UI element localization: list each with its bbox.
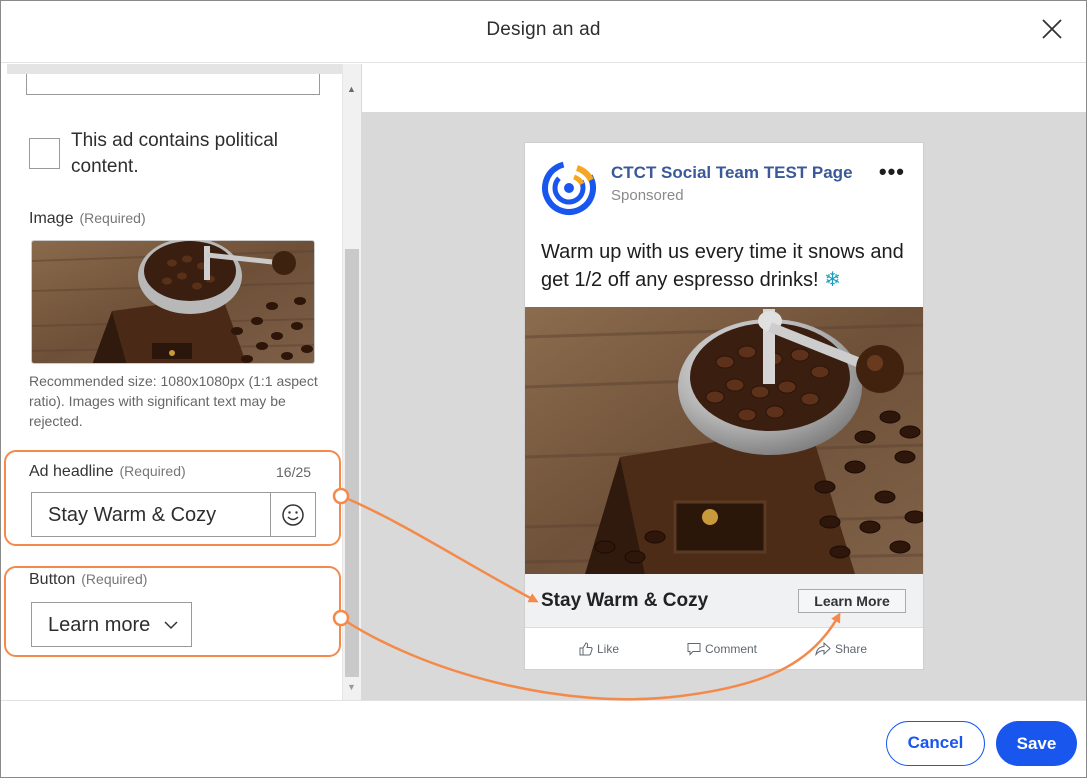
constant-contact-logo-icon <box>542 161 596 215</box>
comment-icon <box>687 643 701 656</box>
like-action[interactable]: Like <box>579 642 619 656</box>
dialog-footer: Cancel Save <box>1 700 1086 777</box>
coffee-grinder-photo <box>525 307 923 574</box>
ad-text-body: Warm up with us every time it snows and … <box>541 241 904 291</box>
more-options-icon[interactable]: ••• <box>879 161 905 183</box>
sponsored-label: Sponsored <box>611 187 684 204</box>
dialog-header: Design an ad <box>1 1 1086 63</box>
coffee-grinder-image <box>32 241 314 363</box>
previous-input-field[interactable] <box>26 74 320 95</box>
ad-preview-card: CTCT Social Team TEST Page Sponsored •••… <box>524 142 924 670</box>
ad-headline: Stay Warm & Cozy <box>541 590 709 611</box>
dialog-title: Design an ad <box>486 19 601 40</box>
scroll-thumb[interactable] <box>345 249 359 677</box>
form-panel: This ad contains political content. Imag… <box>2 64 361 700</box>
share-label: Share <box>835 642 868 656</box>
political-content-checkbox[interactable] <box>29 138 60 169</box>
headline-char-count: 16/25 <box>276 464 312 480</box>
form-scrollbar[interactable]: ▲ ▼ <box>342 64 361 700</box>
scroll-up-arrow-icon[interactable]: ▲ <box>347 84 356 94</box>
scroll-down-arrow-icon[interactable]: ▼ <box>347 682 356 692</box>
headline-field-label: Ad headline (Required) <box>29 463 186 481</box>
image-thumbnail[interactable] <box>31 240 315 364</box>
close-icon[interactable] <box>1040 17 1064 41</box>
chevron-down-icon <box>164 621 178 630</box>
image-label-text: Image <box>29 210 74 227</box>
learn-more-cta-button[interactable]: Learn More <box>798 589 906 613</box>
ad-footer: Stay Warm & Cozy Learn More <box>525 574 923 628</box>
share-action[interactable]: Share <box>815 642 867 656</box>
image-required-tag: (Required) <box>79 210 146 226</box>
thumbs-up-icon <box>579 642 593 656</box>
emoji-picker-button[interactable] <box>270 493 315 536</box>
image-recommendation-text: Recommended size: 1080x1080px (1:1 aspec… <box>29 373 318 429</box>
save-button[interactable]: Save <box>996 721 1077 766</box>
headline-input[interactable]: Stay Warm & Cozy <box>31 492 316 537</box>
headline-label-text: Ad headline <box>29 463 114 480</box>
ad-primary-text: Warm up with us every time it snows and … <box>541 238 911 294</box>
share-icon <box>815 642 831 656</box>
ad-image <box>525 307 923 574</box>
page-name[interactable]: CTCT Social Team TEST Page <box>611 163 853 183</box>
button-label-text: Button <box>29 571 76 588</box>
button-type-select[interactable]: Learn more <box>31 602 192 647</box>
preview-top-strip <box>362 64 1086 112</box>
political-content-label: This ad contains political content. <box>71 130 278 177</box>
button-select-value: Learn more <box>48 614 151 636</box>
snowflake-emoji: ❄ <box>824 269 841 291</box>
cancel-button[interactable]: Cancel <box>886 721 985 766</box>
comment-label: Comment <box>705 642 758 656</box>
smiley-icon <box>282 503 304 526</box>
button-field-label: Button (Required) <box>29 571 147 589</box>
headline-input-value: Stay Warm & Cozy <box>48 504 217 526</box>
dialog: Design an ad This ad contains political … <box>0 0 1087 778</box>
image-field-label: Image (Required) <box>29 210 146 228</box>
like-label: Like <box>597 642 620 656</box>
panel-top-edge <box>7 64 343 74</box>
button-required-tag: (Required) <box>81 571 148 587</box>
comment-action[interactable]: Comment <box>687 642 757 656</box>
headline-required-tag: (Required) <box>119 463 186 479</box>
ad-action-bar: Like Comment Share <box>525 629 923 669</box>
